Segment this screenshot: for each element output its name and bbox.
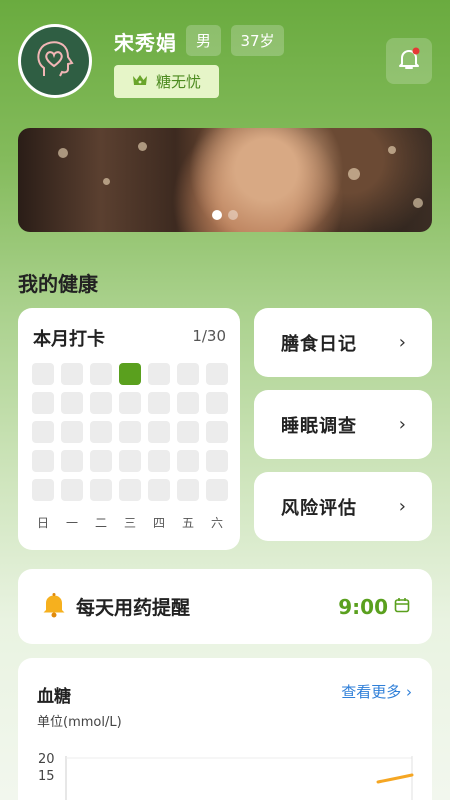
notification-button[interactable] <box>386 38 432 84</box>
weekday-label: 一 <box>65 516 78 530</box>
checkin-calendar <box>32 363 228 501</box>
medication-reminder-card[interactable]: 每天用药提醒 9:00 <box>18 569 432 644</box>
calendar-day <box>32 392 54 414</box>
calendar-day <box>177 363 199 385</box>
weekday-label: 三 <box>123 516 136 530</box>
calendar-day <box>32 479 54 501</box>
chevron-right-icon: › <box>401 683 412 701</box>
carousel-dot[interactable] <box>212 210 222 220</box>
calendar-day <box>206 363 228 385</box>
calendar-day <box>119 392 141 414</box>
calendar-day <box>148 450 170 472</box>
view-more-link[interactable]: 查看更多 › <box>341 681 412 702</box>
calendar-day <box>61 450 83 472</box>
head-heart-logo-icon <box>21 27 89 95</box>
weekday-row: 日 一 二 三 四 五 六 <box>32 514 228 531</box>
calendar-day <box>90 479 112 501</box>
calendar-day <box>90 450 112 472</box>
calendar-day <box>119 479 141 501</box>
calendar-day <box>148 363 170 385</box>
blood-glucose-card[interactable]: 血糖 查看更多 › 单位(mmol/L) 20 15 <box>18 658 432 800</box>
glucose-series-line <box>376 773 414 784</box>
weekday-label: 四 <box>152 516 165 530</box>
checkin-count: 1/30 <box>192 327 226 345</box>
calendar-day <box>32 421 54 443</box>
bell-icon <box>396 46 422 76</box>
calendar-day <box>148 479 170 501</box>
calendar-day <box>61 363 83 385</box>
calendar-day <box>206 421 228 443</box>
weekday-label: 五 <box>181 516 194 530</box>
calendar-day <box>119 450 141 472</box>
membership-label: 糖无忧 <box>155 73 201 91</box>
promo-banner[interactable] <box>18 128 432 232</box>
monthly-checkin-card[interactable]: 本月打卡 1/30 日 一 二 三 四 五 六 <box>18 308 240 550</box>
weekday-label: 二 <box>94 516 107 530</box>
user-name: 宋秀娟 <box>114 31 177 55</box>
carousel-dots[interactable] <box>18 210 432 220</box>
calendar-day <box>32 363 54 385</box>
carousel-dot[interactable] <box>228 210 238 220</box>
calendar-day <box>90 363 112 385</box>
calendar-day <box>206 479 228 501</box>
calendar-day <box>177 392 199 414</box>
calendar-day <box>206 450 228 472</box>
calendar-day <box>61 421 83 443</box>
membership-badge[interactable]: 糖无忧 <box>114 65 219 98</box>
diet-diary-button[interactable]: 膳食日记 › <box>254 308 432 377</box>
glucose-chart: 2015 <box>38 752 414 800</box>
calendar-day <box>148 421 170 443</box>
entry-label: 膳食日记 <box>281 333 357 355</box>
glucose-title: 血糖 <box>37 687 71 707</box>
risk-assessment-button[interactable]: 风险评估 › <box>254 472 432 541</box>
calendar-day-checked <box>119 363 141 385</box>
calendar-day <box>119 421 141 443</box>
calendar-day <box>61 479 83 501</box>
weekday-label: 日 <box>36 516 49 530</box>
chevron-right-icon: › <box>398 332 406 353</box>
section-title-health: 我的健康 <box>18 272 98 296</box>
weekday-label: 六 <box>210 516 223 530</box>
y-tick-label: 20 <box>38 752 55 767</box>
reminder-label: 每天用药提醒 <box>76 597 191 619</box>
chevron-right-icon: › <box>398 414 406 435</box>
reminder-time[interactable]: 9:00 <box>338 595 388 619</box>
sleep-survey-button[interactable]: 睡眠调查 › <box>254 390 432 459</box>
calendar-day <box>90 421 112 443</box>
entry-label: 风险评估 <box>281 497 357 519</box>
calendar-day <box>32 450 54 472</box>
calendar-day <box>177 450 199 472</box>
crown-icon <box>132 73 148 91</box>
avatar[interactable] <box>18 24 92 98</box>
gender-badge: 男 <box>186 25 221 56</box>
calendar-day <box>61 392 83 414</box>
calendar-icon[interactable] <box>394 597 410 617</box>
glucose-unit: 单位(mmol/L) <box>37 715 122 730</box>
calendar-day <box>177 421 199 443</box>
y-tick-label: 15 <box>38 769 55 784</box>
chevron-right-icon: › <box>398 496 406 517</box>
calendar-day <box>90 392 112 414</box>
view-more-label: 查看更多 <box>341 683 402 701</box>
bell-icon <box>42 592 66 622</box>
calendar-day <box>177 479 199 501</box>
calendar-day <box>148 392 170 414</box>
calendar-day <box>206 392 228 414</box>
age-badge: 37岁 <box>231 25 284 56</box>
entry-label: 睡眠调查 <box>281 415 357 437</box>
checkin-title: 本月打卡 <box>33 329 105 350</box>
